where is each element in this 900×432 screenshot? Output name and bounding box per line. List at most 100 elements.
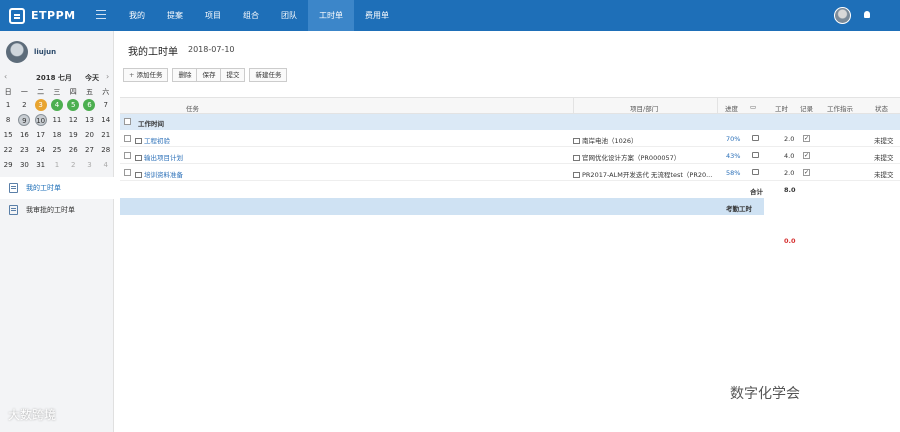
timesheet-table: 任务 项目/部门 进度 ▭ 工时 记录 工作指示 状态 工作时间 工程初验 南岸… [120, 97, 900, 245]
attendance-label: 考勤工时 [726, 205, 752, 213]
sidebar-item-approved-timesheet[interactable]: 我审批的工时单 [0, 199, 114, 221]
calendar-day[interactable]: 1 [49, 159, 65, 171]
main-nav: 我的 提案 项目 组合 团队 工时单 费用单 [118, 0, 400, 31]
task-name[interactable]: 培训资料准备 [135, 169, 183, 179]
calendar-next-button[interactable]: › [106, 72, 109, 81]
weekday-label: 一 [20, 88, 28, 96]
header-log: 工作指示 [827, 105, 853, 113]
attendance-row: 考勤工时 [120, 198, 764, 215]
header-record: 记录 [800, 105, 813, 113]
weekday-label: 四 [69, 88, 77, 96]
hamburger-menu-icon[interactable] [96, 10, 106, 19]
user-avatar[interactable] [834, 7, 851, 24]
comment-icon[interactable] [752, 135, 759, 141]
calendar-day[interactable]: 2 [16, 99, 32, 111]
calendar-day[interactable]: 4 [49, 98, 65, 111]
row-checkbox[interactable] [124, 169, 131, 176]
calendar-day[interactable]: 19 [65, 129, 81, 141]
nav-item-mine[interactable]: 我的 [118, 0, 156, 31]
calendar-day[interactable]: 25 [49, 144, 65, 156]
calendar-day[interactable]: 26 [65, 144, 81, 156]
hours-value[interactable]: 2.0 [784, 169, 794, 177]
bell-icon[interactable] [864, 11, 870, 18]
calendar-day[interactable]: 31 [33, 159, 49, 171]
row-checkbox[interactable] [124, 135, 131, 142]
calendar-day[interactable]: 9 [16, 113, 32, 126]
project-icon [573, 172, 580, 178]
table-row[interactable]: 输出项目计划 官网优化设计方案（PR000057） 43% 4.0 ✓ 未提交 [120, 147, 900, 164]
calendar-day[interactable]: 8 [0, 114, 16, 126]
record-check-icon[interactable]: ✓ [803, 169, 810, 176]
calendar-day[interactable]: 4 [98, 159, 114, 171]
calendar-day[interactable]: 20 [81, 129, 97, 141]
add-task-button[interactable]: + 添加任务 [123, 68, 169, 82]
task-icon [135, 155, 142, 161]
nav-item-timesheet[interactable]: 工时单 [308, 0, 354, 31]
project-name: 南岸电池（1026） [573, 135, 638, 145]
nav-item-proposal[interactable]: 提案 [156, 0, 194, 31]
task-name[interactable]: 输出项目计划 [135, 152, 183, 162]
calendar-day[interactable]: 6 [81, 98, 97, 111]
user-profile: liujun [6, 41, 56, 63]
comment-icon[interactable] [752, 169, 759, 175]
sidebar: liujun ‹ 2018 七月 今天 › 日 一 二 三 四 五 六 1 2 … [0, 31, 114, 432]
weekday-label: 日 [4, 88, 12, 96]
nav-item-portfolio[interactable]: 组合 [232, 0, 270, 31]
save-button[interactable]: 保存 [197, 68, 222, 82]
calendar-day[interactable]: 13 [81, 114, 97, 126]
calendar-day[interactable]: 28 [98, 144, 114, 156]
progress-value: 43% [726, 152, 741, 160]
top-navbar: ETPPM 我的 提案 项目 组合 团队 工时单 费用单 [0, 0, 900, 31]
nav-item-project[interactable]: 项目 [194, 0, 232, 31]
user-name: liujun [34, 48, 57, 56]
calendar-day[interactable]: 22 [0, 144, 16, 156]
nav-item-expense[interactable]: 费用单 [354, 0, 400, 31]
app-logo[interactable]: ETPPM [9, 6, 76, 25]
nav-item-team[interactable]: 团队 [270, 0, 308, 31]
calendar-day[interactable]: 14 [98, 114, 114, 126]
approval-icon [9, 205, 18, 215]
table-row[interactable]: 培训资料准备 PR2017-ALM开发迭代 无流程test（PR20... 58… [120, 164, 900, 181]
calendar-day[interactable]: 27 [81, 144, 97, 156]
table-row[interactable]: 工程初验 南岸电池（1026） 70% 2.0 ✓ 未提交 [120, 130, 900, 147]
hours-value[interactable]: 2.0 [784, 135, 794, 143]
group-row: 工作时间 [120, 114, 900, 130]
calendar-day[interactable]: 29 [0, 159, 16, 171]
calendar-day[interactable]: 2 [65, 159, 81, 171]
row-checkbox[interactable] [124, 152, 131, 159]
calendar-day[interactable]: 21 [98, 129, 114, 141]
comment-icon[interactable] [752, 152, 759, 158]
status-value: 未提交 [874, 171, 894, 179]
calendar-day[interactable]: 18 [49, 129, 65, 141]
calendar-day[interactable]: 1 [0, 99, 16, 111]
weekday-label: 三 [53, 88, 61, 96]
calendar-day[interactable]: 12 [65, 114, 81, 126]
total-row: 合计 8.0 [120, 181, 900, 198]
record-check-icon[interactable]: ✓ [803, 135, 810, 142]
calendar-day[interactable]: 15 [0, 129, 16, 141]
calendar-day[interactable]: 30 [16, 159, 32, 171]
project-name: 官网优化设计方案（PR000057） [573, 152, 680, 162]
calendar-day[interactable]: 17 [33, 129, 49, 141]
calendar-day[interactable]: 16 [16, 129, 32, 141]
sidebar-item-my-timesheet[interactable]: 我的工时单 [0, 177, 114, 199]
calendar-day-selected[interactable]: 10 [33, 113, 49, 126]
delete-button[interactable]: 删除 [172, 68, 198, 82]
calendar-day[interactable]: 3 [81, 159, 97, 171]
calendar-day[interactable]: 24 [33, 144, 49, 156]
new-task-button[interactable]: 新建任务 [249, 68, 288, 82]
calendar-month-label: 2018 七月 [36, 74, 72, 82]
calendar-day[interactable]: 3 [33, 98, 49, 111]
record-check-icon[interactable]: ✓ [803, 152, 810, 159]
task-name[interactable]: 工程初验 [135, 135, 170, 145]
submit-button[interactable]: 提交 [221, 68, 246, 82]
calendar-day[interactable]: 5 [65, 98, 81, 111]
calendar-prev-button[interactable]: ‹ [4, 72, 7, 81]
calendar-day[interactable]: 7 [98, 99, 114, 111]
group-checkbox[interactable] [124, 118, 131, 125]
calendar-today-button[interactable]: 今天 [85, 73, 99, 83]
calendar-day[interactable]: 11 [49, 114, 65, 126]
calendar-day[interactable]: 23 [16, 144, 32, 156]
total-label: 合计 [750, 188, 763, 196]
hours-value[interactable]: 4.0 [784, 152, 794, 160]
